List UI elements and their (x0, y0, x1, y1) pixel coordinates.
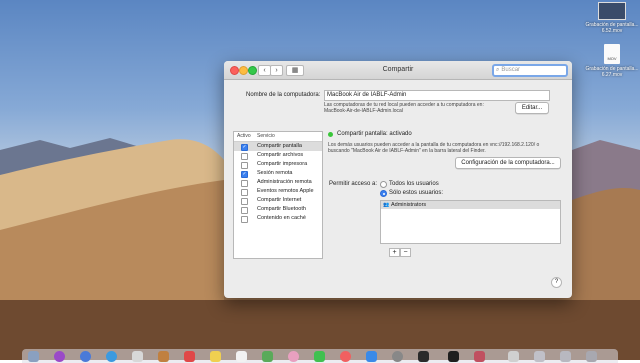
launchpad-icon[interactable] (80, 351, 91, 362)
radio-only-these-users-label: Sólo estos usuarios: (389, 190, 444, 196)
network-note-line2: MacBook-Air-de-IABLF-Admin.local (324, 108, 403, 114)
allow-access-label: Permitir acceso a: (329, 181, 378, 187)
contacts-icon[interactable] (158, 351, 169, 362)
app-store-icon[interactable] (366, 351, 377, 362)
service-checkbox[interactable] (241, 198, 248, 205)
video-thumbnail-icon (598, 2, 626, 20)
service-row[interactable]: Eventos remotos Apple (234, 187, 322, 196)
service-row[interactable]: Administración remota (234, 178, 322, 187)
service-row[interactable]: ✓ Sesión remota (234, 169, 322, 178)
service-checkbox[interactable]: ✓ (241, 171, 248, 178)
app-icon[interactable] (474, 351, 485, 362)
service-label: Compartir pantalla (257, 143, 302, 149)
reminders-icon[interactable] (236, 351, 247, 362)
file-label: Grabación de pantalla... 6.52.mov (585, 22, 639, 34)
edit-button[interactable]: Editar... (515, 102, 549, 114)
file-label: Grabación de pantalla... 6.27.mov (585, 66, 639, 78)
users-list: 👥 Administrators (380, 200, 561, 244)
description-line2: buscando "MacBook Air de IABLF-Admin" en… (328, 148, 486, 154)
radio-all-users[interactable] (380, 181, 387, 188)
services-list: Activo Servicio ✓ Compartir pantalla Compa… (233, 131, 323, 259)
downloads-folder-icon[interactable] (534, 351, 545, 362)
sharing-status: Compartir pantalla: activado (337, 131, 412, 137)
service-label: Compartir Bluetooth (257, 206, 306, 212)
service-label: Compartir archivos (257, 152, 304, 158)
service-checkbox[interactable]: ✓ (241, 144, 248, 151)
service-checkbox[interactable] (241, 162, 248, 169)
service-row[interactable]: Compartir Bluetooth (234, 205, 322, 214)
system-preferences-icon[interactable] (392, 351, 403, 362)
computer-settings-button[interactable]: Configuración de la computadora... (455, 157, 561, 169)
siri-icon[interactable] (54, 351, 65, 362)
desktop-file-screen-recording-2[interactable]: MOV Grabación de pantalla... 6.27.mov (582, 44, 640, 78)
maps-icon[interactable] (262, 351, 273, 362)
music-icon[interactable] (340, 351, 351, 362)
status-indicator-icon (328, 132, 333, 137)
mail-icon[interactable] (132, 351, 143, 362)
service-row[interactable]: Contenido en caché (234, 214, 322, 223)
service-checkbox[interactable] (241, 216, 248, 223)
computer-name-field[interactable]: MacBook Air de IABLF-Admin (324, 90, 550, 101)
desktop-file-screen-recording-1[interactable]: Grabación de pantalla... 6.52.mov (582, 2, 640, 34)
group-icon: 👥 (383, 202, 390, 208)
service-row[interactable]: Compartir Internet (234, 196, 322, 205)
safari-icon[interactable] (106, 351, 117, 362)
service-row[interactable]: Compartir impresora (234, 160, 322, 169)
sharing-preferences-window: ‹ › ▦ Compartir ⌕ Buscar Nombre de la com… (224, 61, 572, 298)
service-label: Sesión remota (257, 170, 293, 176)
service-row[interactable]: ✓ Compartir pantalla (234, 142, 322, 151)
service-label: Eventos remotos Apple (257, 188, 314, 194)
service-label: Compartir impresora (257, 161, 308, 167)
service-label: Compartir Internet (257, 197, 302, 203)
computer-name-label: Nombre de la computadora: (246, 92, 321, 98)
notes-icon[interactable] (210, 351, 221, 362)
title-bar: ‹ › ▦ Compartir ⌕ Buscar (224, 61, 572, 80)
service-label: Administración remota (257, 179, 312, 185)
add-user-button[interactable]: + (389, 248, 400, 257)
search-input[interactable]: ⌕ Buscar (492, 64, 568, 77)
photos-icon[interactable] (288, 351, 299, 362)
service-checkbox[interactable] (241, 180, 248, 187)
service-checkbox[interactable] (241, 153, 248, 160)
calendar-icon[interactable] (184, 351, 195, 362)
search-placeholder: Buscar (501, 67, 521, 73)
header-active: Activo (237, 133, 251, 139)
search-icon: ⌕ (496, 67, 500, 73)
finder-icon[interactable] (28, 351, 39, 362)
service-checkbox[interactable] (241, 189, 248, 196)
service-checkbox[interactable] (241, 207, 248, 214)
service-label: Contenido en caché (257, 215, 306, 221)
radio-all-users-label: Todos los usuarios (389, 181, 439, 187)
remove-user-button[interactable]: − (400, 248, 411, 257)
service-row[interactable]: Compartir archivos (234, 151, 322, 160)
trash-icon[interactable] (586, 351, 597, 362)
mov-file-icon: MOV (604, 44, 620, 64)
documents-folder-icon[interactable] (508, 351, 519, 362)
terminal-icon[interactable] (448, 351, 459, 362)
header-service: Servicio (257, 133, 275, 139)
messages-icon[interactable] (314, 351, 325, 362)
user-row[interactable]: 👥 Administrators (381, 201, 560, 209)
stack-icon[interactable] (560, 351, 571, 362)
radio-only-these-users[interactable] (380, 190, 387, 197)
services-header: Activo Servicio (234, 132, 322, 142)
quicktime-icon[interactable] (418, 351, 429, 362)
dock (22, 349, 618, 363)
user-label: Administrators (391, 202, 427, 208)
help-button[interactable]: ? (551, 277, 562, 288)
